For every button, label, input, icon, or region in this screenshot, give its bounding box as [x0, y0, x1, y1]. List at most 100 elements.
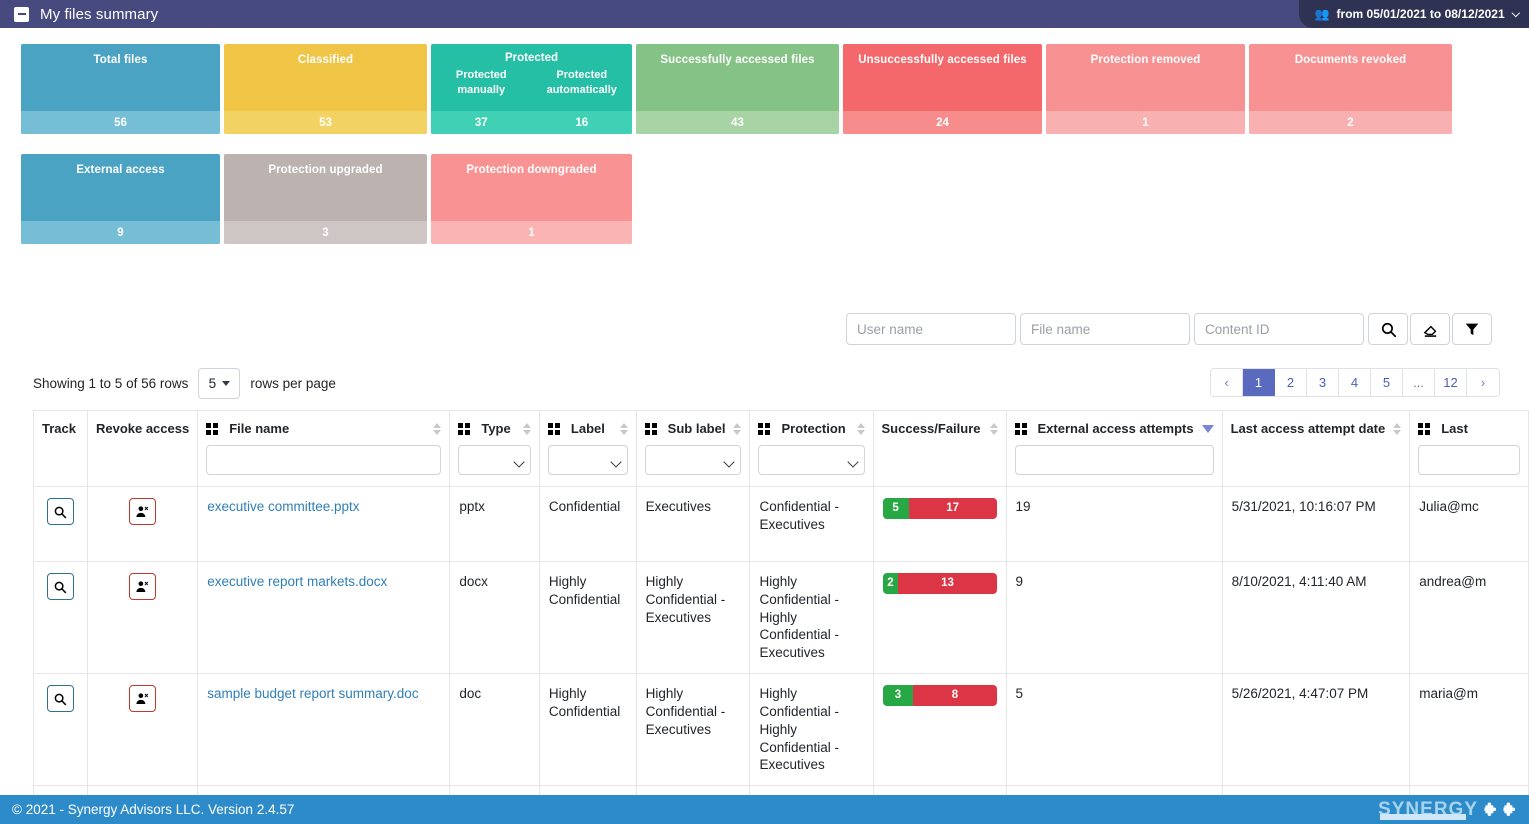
- track-button[interactable]: [46, 685, 74, 713]
- failure-count: 8: [913, 685, 997, 707]
- summary-card[interactable]: Protection removed 1: [1046, 44, 1245, 134]
- column-header-protection[interactable]: Protection: [749, 410, 874, 487]
- success-failure-bar: 38: [882, 685, 997, 707]
- revoke-access-button[interactable]: [129, 498, 157, 525]
- summary-card[interactable]: Total files 56: [21, 44, 220, 134]
- column-header-sub_label[interactable]: Sub label: [635, 410, 751, 487]
- footer-bar: © 2021 - Synergy Advisors LLC. Version 2…: [0, 795, 1529, 824]
- caret-up-icon: [733, 422, 742, 428]
- pagination-page-12[interactable]: 12: [1435, 369, 1467, 396]
- cell-last-user: maria@m: [1409, 673, 1529, 787]
- search-button[interactable]: [1368, 313, 1408, 345]
- pagination-page-2[interactable]: 2: [1275, 369, 1307, 396]
- summary-card-title: Total files: [93, 54, 148, 66]
- column-header-type[interactable]: Type: [449, 410, 540, 487]
- pagination-page-5[interactable]: 5: [1371, 369, 1403, 396]
- summary-card-title: Protection downgraded: [466, 164, 597, 176]
- column-header-label: Last: [1441, 421, 1468, 436]
- revoke-access-button[interactable]: [129, 685, 157, 713]
- column-filter-sub_label[interactable]: [644, 445, 742, 475]
- summary-card-value: 1: [431, 221, 632, 244]
- cell-label: Highly Confidential: [538, 673, 637, 787]
- column-header-label[interactable]: Label: [538, 410, 637, 487]
- column-filter-type[interactable]: [458, 445, 531, 475]
- success-count: 2: [882, 573, 899, 594]
- file-name-link[interactable]: sample budget report summary.doc: [207, 686, 418, 701]
- summary-card[interactable]: Protection downgraded 1: [431, 154, 632, 244]
- failure-count: 13: [898, 573, 997, 594]
- track-button[interactable]: [46, 498, 74, 525]
- file-name-input[interactable]: [1020, 313, 1190, 345]
- failure-count: 17: [908, 498, 997, 519]
- advanced-filter-button[interactable]: [1452, 313, 1492, 345]
- column-filter-last_user[interactable]: [1418, 445, 1520, 475]
- column-filter-file_name[interactable]: [206, 445, 442, 475]
- sort-toggle-type[interactable]: [522, 422, 531, 435]
- drag-handle-icon[interactable]: [206, 422, 219, 435]
- sort-toggle-label[interactable]: [619, 422, 628, 435]
- cell-type: pptx: [449, 486, 540, 562]
- summary-card[interactable]: Classified 53: [224, 44, 427, 134]
- date-range-selector[interactable]: 👥 from 05/01/2021 to 08/12/2021 ⌵: [1298, 0, 1529, 28]
- content-id-input[interactable]: [1194, 313, 1364, 345]
- clear-filters-button[interactable]: [1410, 313, 1450, 345]
- files-table: Track Revoke access File name Type Label Sub …: [33, 410, 1529, 800]
- sort-toggle-external_access_attempts[interactable]: [1201, 424, 1214, 433]
- showing-count-label: Showing 1 to 5 of 56 rows: [33, 376, 189, 391]
- file-name-link[interactable]: executive committee.pptx: [207, 499, 359, 514]
- cell-last-user: Julia@mc: [1409, 486, 1529, 562]
- summary-card[interactable]: Protected Protected manually Protected aut…: [431, 44, 632, 134]
- file-name-link[interactable]: executive report markets.docx: [207, 574, 387, 589]
- track-button[interactable]: [46, 573, 74, 600]
- column-header-success_failure[interactable]: Success/Failure: [872, 410, 1007, 487]
- logo-underline: [1380, 813, 1467, 820]
- column-filter-protection[interactable]: [758, 445, 865, 475]
- column-header-file_name[interactable]: File name: [197, 410, 451, 487]
- drag-handle-icon[interactable]: [458, 422, 471, 435]
- chevron-double-down-icon: ⌵: [1511, 7, 1520, 20]
- column-header-label: Type: [481, 421, 511, 436]
- summary-card[interactable]: Documents revoked 2: [1249, 44, 1452, 134]
- column-header-last_access_attempt_date[interactable]: Last access attempt date: [1221, 410, 1411, 487]
- drag-handle-icon[interactable]: [1418, 422, 1431, 435]
- cell-revoke-access: [86, 486, 199, 562]
- cell-sub-label: Executives: [635, 486, 751, 562]
- rows-per-page-select[interactable]: 5: [198, 368, 241, 399]
- pagination-next[interactable]: ›: [1467, 369, 1499, 396]
- summary-card-sub-title: Protected automatically: [546, 69, 617, 96]
- eraser-icon: [1423, 325, 1436, 337]
- drag-handle-icon[interactable]: [644, 422, 657, 435]
- column-filter-label[interactable]: [547, 445, 628, 475]
- cell-revoke-access: [86, 673, 199, 787]
- column-filter-external_access_attempts[interactable]: [1014, 445, 1214, 475]
- sort-toggle-protection[interactable]: [856, 422, 865, 435]
- summary-card-value: 9: [21, 221, 220, 244]
- summary-card[interactable]: Successfully accessed files 43: [636, 44, 839, 134]
- drag-handle-icon[interactable]: [1014, 422, 1027, 435]
- pagination-page-4[interactable]: 4: [1339, 369, 1371, 396]
- pagination-page-3[interactable]: 3: [1307, 369, 1339, 396]
- summary-card[interactable]: Protection upgraded 3: [224, 154, 427, 244]
- sort-toggle-sub_label[interactable]: [733, 422, 742, 435]
- drag-handle-icon[interactable]: [547, 422, 560, 435]
- files-table-container[interactable]: Track Revoke access File name Type Label Sub …: [33, 410, 1529, 800]
- user-name-input[interactable]: [846, 313, 1016, 345]
- sort-toggle-file_name[interactable]: [433, 422, 442, 435]
- summary-card[interactable]: Unsuccessfully accessed files 24: [843, 44, 1042, 134]
- drag-handle-icon[interactable]: [758, 422, 771, 435]
- column-header-external_access_attempts[interactable]: External access attempts: [1005, 410, 1223, 487]
- minus-square-icon[interactable]: [14, 6, 29, 22]
- caret-down-icon: [1393, 429, 1402, 435]
- magnifier-icon: [55, 506, 67, 518]
- date-range-label: from 05/01/2021 to 08/12/2021: [1336, 7, 1505, 21]
- revoke-access-button[interactable]: [129, 573, 157, 600]
- sort-toggle-success_failure[interactable]: [989, 422, 998, 435]
- table-row: executive committee.pptx pptx Confidential…: [33, 486, 1529, 562]
- cell-protection: Highly Confidential - Highly Confidentia…: [749, 560, 874, 675]
- pagination-prev[interactable]: ‹: [1211, 369, 1243, 396]
- sort-toggle-last_access_attempt_date[interactable]: [1393, 422, 1402, 435]
- summary-card[interactable]: External access 9: [21, 154, 220, 244]
- pagination-page-1[interactable]: 1: [1243, 369, 1275, 396]
- user-remove-icon: [136, 580, 149, 592]
- cell-last-access-attempt-date: 5/26/2021, 4:47:07 PM: [1221, 673, 1411, 787]
